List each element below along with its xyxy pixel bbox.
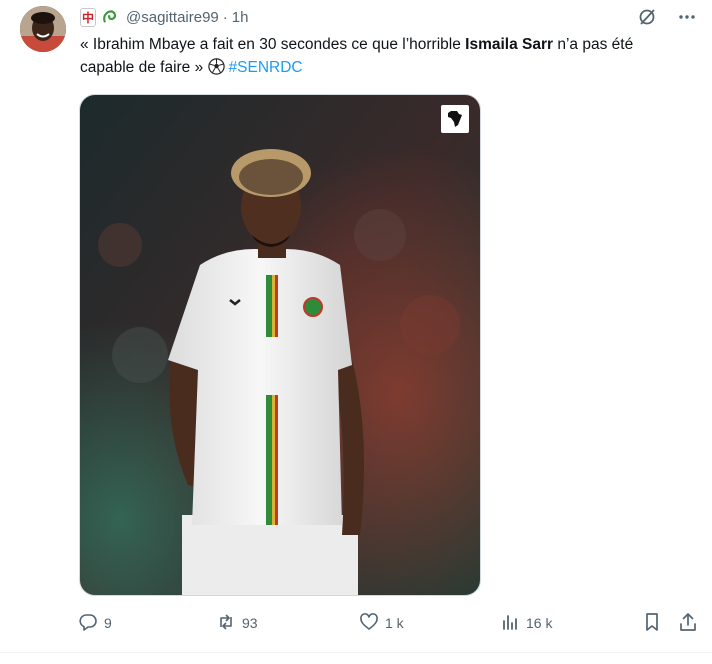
views-count: 16 k [526,615,553,631]
share-icon [678,612,698,635]
tweet-image[interactable] [79,94,481,596]
bookmark-button[interactable] [642,610,662,636]
africa-logo-icon [441,105,469,133]
repost-button[interactable]: 93 [216,610,258,636]
tweet-header: 中 @sagittaire99 · 1h [80,6,248,28]
like-icon [359,612,379,635]
reply-icon [78,612,98,635]
tweet: 中 @sagittaire99 · 1h « Ibrahim Mbaye a f… [0,0,712,664]
repost-icon [216,612,236,635]
like-button[interactable]: 1 k [359,610,404,636]
like-count: 1 k [385,615,404,631]
user-handle[interactable]: @sagittaire99 [126,9,219,26]
views-button[interactable]: 16 k [500,610,552,636]
bookmark-icon [642,612,662,635]
divider [0,652,712,653]
avatar[interactable] [20,6,66,52]
player-photo [80,95,480,595]
more-icon[interactable] [676,6,698,28]
header-actions [636,6,698,28]
reply-button[interactable]: 9 [78,610,112,636]
action-bar: 9 93 1 k 16 k [78,610,702,636]
tweet-text-bold: Ismaila Sarr [465,36,554,53]
timestamp[interactable]: 1h [232,9,249,26]
repost-count: 93 [242,615,258,631]
soccer-ball-icon [207,58,225,75]
hashtag-link[interactable]: #SENRDC [229,59,303,76]
reply-count: 9 [104,615,112,631]
tweet-text-part1: « Ibrahim Mbaye a fait en 30 secondes ce… [80,36,466,53]
views-icon [500,612,520,635]
share-button[interactable] [678,610,698,636]
mahjong-emoji-icon: 中 [80,7,96,27]
separator-dot: · [222,8,228,26]
scroll-emoji-icon [102,9,118,25]
grok-icon[interactable] [636,6,658,28]
tweet-text: « Ibrahim Mbaye a fait en 30 secondes ce… [80,33,680,79]
